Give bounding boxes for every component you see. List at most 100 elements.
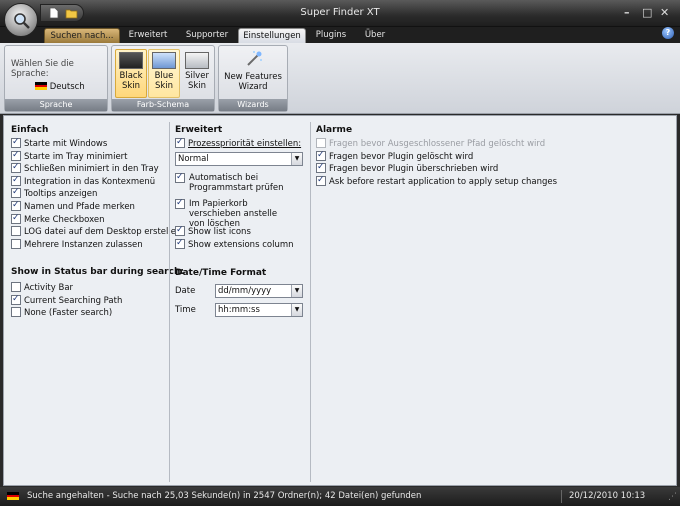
- checkbox-item[interactable]: Show list icons: [175, 225, 251, 238]
- checkbox-box[interactable]: [175, 172, 185, 183]
- datetime-heading: Date/Time Format: [175, 268, 267, 278]
- checkbox-item[interactable]: Current Searching Path: [11, 294, 122, 307]
- blue-skin-button[interactable]: Blue Skin: [148, 49, 180, 98]
- checkbox-item[interactable]: Tooltips anzeigen: [11, 187, 98, 200]
- checkbox-box[interactable]: [11, 213, 21, 224]
- magnifier-icon: [14, 13, 30, 29]
- language-prompt: Wählen Sie die Sprache:: [11, 59, 74, 79]
- ribbon-panel: Wählen Sie die Sprache: Deutsch Sprache …: [0, 43, 680, 114]
- time-format-dropdown[interactable]: hh:mm:ss ▼: [215, 303, 303, 317]
- checkbox-label: Namen und Pfade merken: [24, 202, 135, 212]
- skin-label: Skin: [154, 81, 174, 91]
- app-menu-button[interactable]: [4, 3, 38, 37]
- checkbox-box[interactable]: [175, 198, 185, 209]
- checkbox-item[interactable]: LOG datei auf dem Desktop erstellen: [11, 226, 181, 238]
- checkbox-box[interactable]: [316, 138, 326, 148]
- wizard-label: Wizard: [238, 82, 268, 92]
- chevron-down-icon[interactable]: ▼: [291, 285, 302, 297]
- checkbox-box[interactable]: [175, 137, 185, 148]
- german-flag-icon: [7, 492, 19, 500]
- resize-grip-icon[interactable]: ⋰: [668, 488, 677, 506]
- skin-label: Skin: [121, 81, 141, 91]
- checkbox-item[interactable]: Integration in das Kontexmenü: [11, 175, 156, 188]
- checkbox-item[interactable]: Fragen bevor Ausgeschlossener Pfad gelös…: [316, 138, 545, 150]
- help-icon[interactable]: ?: [662, 27, 674, 39]
- group-title: Sprache: [5, 99, 107, 111]
- checkbox-label: Tooltips anzeigen: [24, 189, 98, 200]
- checkbox-label: Schließen minimiert in den Tray: [24, 164, 159, 175]
- checkbox-item[interactable]: Activity Bar: [11, 282, 73, 294]
- tab-plugins[interactable]: Plugins: [312, 28, 350, 43]
- checkbox-item[interactable]: Mehrere Instanzen zulassen: [11, 238, 143, 251]
- checkbox-item[interactable]: Schließen minimiert in den Tray: [11, 162, 159, 175]
- checkbox-item[interactable]: Merke Checkboxen: [11, 213, 104, 226]
- checkbox-label: None (Faster search): [24, 308, 113, 319]
- checkbox-box[interactable]: [11, 162, 21, 174]
- black-skin-button[interactable]: Black Skin: [115, 49, 147, 98]
- tab-einstellungen[interactable]: Einstellungen: [238, 28, 306, 43]
- checkbox-box[interactable]: [175, 225, 185, 236]
- status-message: Suche angehalten - Suche nach 25,03 Seku…: [27, 491, 422, 501]
- group-sprache: Wählen Sie die Sprache: Deutsch Sprache: [4, 45, 108, 112]
- close-icon[interactable]: ✕: [660, 6, 669, 19]
- checkbox-label: LOG datei auf dem Desktop erstellen: [24, 227, 182, 238]
- checkbox-box[interactable]: [11, 137, 21, 148]
- checkbox-box[interactable]: [316, 162, 326, 174]
- priority-dropdown[interactable]: Normal ▼: [175, 152, 303, 166]
- checkbox-box[interactable]: [316, 175, 326, 186]
- checkbox-label: Fragen bevor Ausgeschlossener Pfad gelös…: [329, 139, 546, 149]
- group-wizards: New Features Wizard Wizards: [218, 45, 288, 112]
- checkbox-item[interactable]: Fragen bevor Plugin gelöscht wird: [316, 150, 473, 163]
- silver-skin-button[interactable]: Silver Skin: [181, 49, 213, 98]
- checkbox-box[interactable]: [11, 307, 21, 318]
- checkbox-label: Fragen bevor Plugin überschrieben wird: [329, 164, 499, 175]
- checkbox-item[interactable]: Starte im Tray minimiert: [11, 150, 128, 163]
- priority-checkbox[interactable]: Prozesspriorität einstellen:: [175, 137, 302, 150]
- checkbox-box[interactable]: [11, 187, 21, 199]
- checkbox-label: Im Papierkorb verschieben anstelle von l…: [189, 199, 278, 229]
- chevron-down-icon[interactable]: ▼: [291, 153, 302, 165]
- checkbox-label: Mehrere Instanzen zulassen: [24, 239, 143, 250]
- group-title: Farb-Schema: [112, 99, 214, 111]
- wizard-label: New Features: [224, 72, 282, 82]
- tab-suchen[interactable]: Suchen nach...: [44, 28, 120, 43]
- checkbox-box[interactable]: [11, 226, 21, 237]
- checkbox-item[interactable]: Im Papierkorb verschieben anstelle von l…: [175, 198, 293, 229]
- tab-uber[interactable]: Über: [360, 28, 390, 43]
- settings-panel: Einfach Starte mit Windows Starte im Tray…: [3, 115, 677, 486]
- skin-label: Silver: [185, 71, 209, 81]
- wizard-wand-icon: [247, 51, 262, 66]
- checkbox-box[interactable]: [11, 282, 21, 292]
- checkbox-box[interactable]: [11, 238, 21, 249]
- checkbox-box[interactable]: [175, 238, 185, 249]
- checkbox-label: Starte im Tray minimiert: [24, 151, 128, 162]
- checkbox-item[interactable]: None (Faster search): [11, 307, 112, 319]
- language-button[interactable]: Deutsch: [35, 82, 85, 92]
- checkbox-box[interactable]: [316, 150, 326, 161]
- minimize-icon[interactable]: –: [624, 6, 630, 19]
- checkbox-item[interactable]: Show extensions column: [175, 238, 294, 251]
- checkbox-item[interactable]: Ask before restart application to apply …: [316, 175, 558, 188]
- tab-supporter[interactable]: Supporter: [180, 28, 234, 43]
- checkbox-box[interactable]: [11, 175, 21, 186]
- chevron-down-icon[interactable]: ▼: [291, 304, 302, 316]
- checkbox-label: Automatisch bei Programmstart prüfen: [189, 173, 284, 193]
- erweitert-heading: Erweitert: [175, 125, 223, 135]
- maximize-icon[interactable]: □: [642, 6, 652, 19]
- date-format-dropdown[interactable]: dd/mm/yyyy ▼: [215, 284, 303, 298]
- checkbox-item[interactable]: Automatisch bei Programmstart prüfen: [175, 172, 293, 195]
- status-divider: [561, 490, 562, 503]
- checkbox-label: Integration in das Kontexmenü: [24, 176, 156, 187]
- checkbox-box[interactable]: [11, 200, 21, 211]
- new-features-wizard-button[interactable]: New Features Wizard: [222, 49, 284, 98]
- tab-erweitert[interactable]: Erweitert: [124, 28, 172, 43]
- checkbox-box[interactable]: [11, 294, 21, 305]
- checkbox-item[interactable]: Fragen bevor Plugin überschrieben wird: [316, 162, 499, 175]
- checkbox-label: Ask before restart application to apply …: [329, 176, 558, 187]
- priority-label: Prozesspriorität einstellen:: [188, 139, 302, 149]
- checkbox-label: Activity Bar: [24, 283, 74, 293]
- language-label: Deutsch: [49, 82, 85, 92]
- checkbox-box[interactable]: [11, 150, 21, 161]
- checkbox-item[interactable]: Namen und Pfade merken: [11, 200, 135, 213]
- checkbox-item[interactable]: Starte mit Windows: [11, 137, 107, 150]
